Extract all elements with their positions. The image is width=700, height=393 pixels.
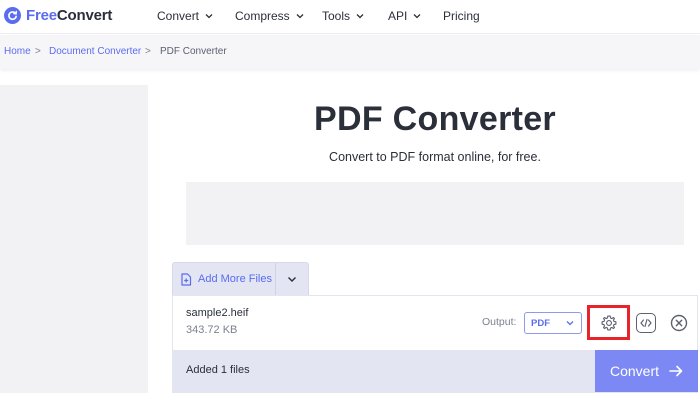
- remove-file-button[interactable]: [670, 314, 688, 332]
- file-row: sample2.heif 343.72 KB Output: PDF: [173, 296, 697, 350]
- banner-ad-placeholder: [186, 182, 684, 245]
- brand-name-free: Free: [26, 7, 57, 24]
- breadcrumb: Home > Document Converter > PDF Converte…: [0, 35, 700, 69]
- file-name: sample2.heif: [186, 307, 249, 319]
- output-format-select[interactable]: PDF: [524, 312, 582, 334]
- output-format-value: PDF: [531, 317, 550, 329]
- output-label: Output:: [482, 316, 517, 328]
- files-added-status: Added 1 files: [186, 364, 250, 376]
- code-icon: [640, 318, 652, 328]
- chevron-down-icon: [566, 321, 574, 326]
- refresh-logo-icon: [4, 7, 21, 24]
- file-list-panel: sample2.heif 343.72 KB Output: PDF Added…: [172, 295, 698, 393]
- nav-item-pricing[interactable]: Pricing: [443, 9, 480, 23]
- page-subtitle: Convert to PDF format online, for free.: [329, 150, 541, 164]
- nav-item-label: Compress: [235, 9, 290, 23]
- nav-item-label: Tools: [322, 9, 351, 23]
- top-navigation: FreeConvert Convert Compress Tools API P…: [0, 0, 700, 34]
- chevron-down-icon: [413, 14, 421, 19]
- breadcrumb-separator: >: [35, 46, 41, 57]
- add-more-files-dropdown[interactable]: [276, 263, 308, 295]
- close-circle-icon: [670, 314, 688, 332]
- chevron-down-icon: [296, 14, 304, 19]
- breadcrumb-current: PDF Converter: [160, 46, 227, 57]
- chevron-down-icon: [205, 14, 213, 19]
- file-size: 343.72 KB: [186, 324, 238, 336]
- chevron-down-icon: [288, 277, 297, 282]
- breadcrumb-document-converter[interactable]: Document Converter: [49, 46, 141, 57]
- file-list-footer: Added 1 files Convert: [173, 350, 698, 392]
- nav-item-label: Pricing: [443, 9, 480, 23]
- nav-item-api[interactable]: API: [388, 9, 422, 23]
- brand-logo[interactable]: FreeConvert: [4, 7, 112, 24]
- convert-button-label: Convert: [609, 363, 660, 379]
- file-plus-icon: [181, 272, 192, 286]
- settings-button[interactable]: [587, 305, 630, 340]
- nav-item-tools[interactable]: Tools: [322, 9, 365, 23]
- add-more-files-button[interactable]: Add More Files: [173, 263, 277, 295]
- brand-name: FreeConvert: [26, 7, 112, 24]
- nav-item-convert[interactable]: Convert: [157, 9, 214, 23]
- add-more-files-label: Add More Files: [198, 273, 272, 285]
- nav-item-compress[interactable]: Compress: [235, 9, 305, 23]
- side-ad-placeholder: [0, 85, 148, 393]
- gear-icon: [601, 315, 616, 330]
- breadcrumb-separator: >: [145, 46, 151, 57]
- nav-item-label: Convert: [157, 9, 200, 23]
- embed-code-button[interactable]: [636, 313, 656, 333]
- arrow-right-icon: [669, 365, 683, 377]
- page-title: PDF Converter: [314, 100, 556, 138]
- add-more-files-group: Add More Files: [172, 262, 309, 295]
- chevron-down-icon: [356, 14, 364, 19]
- nav-item-label: API: [388, 9, 408, 23]
- brand-name-convert: Convert: [56, 7, 113, 24]
- breadcrumb-home[interactable]: Home: [4, 46, 31, 57]
- convert-button[interactable]: Convert: [595, 350, 698, 392]
